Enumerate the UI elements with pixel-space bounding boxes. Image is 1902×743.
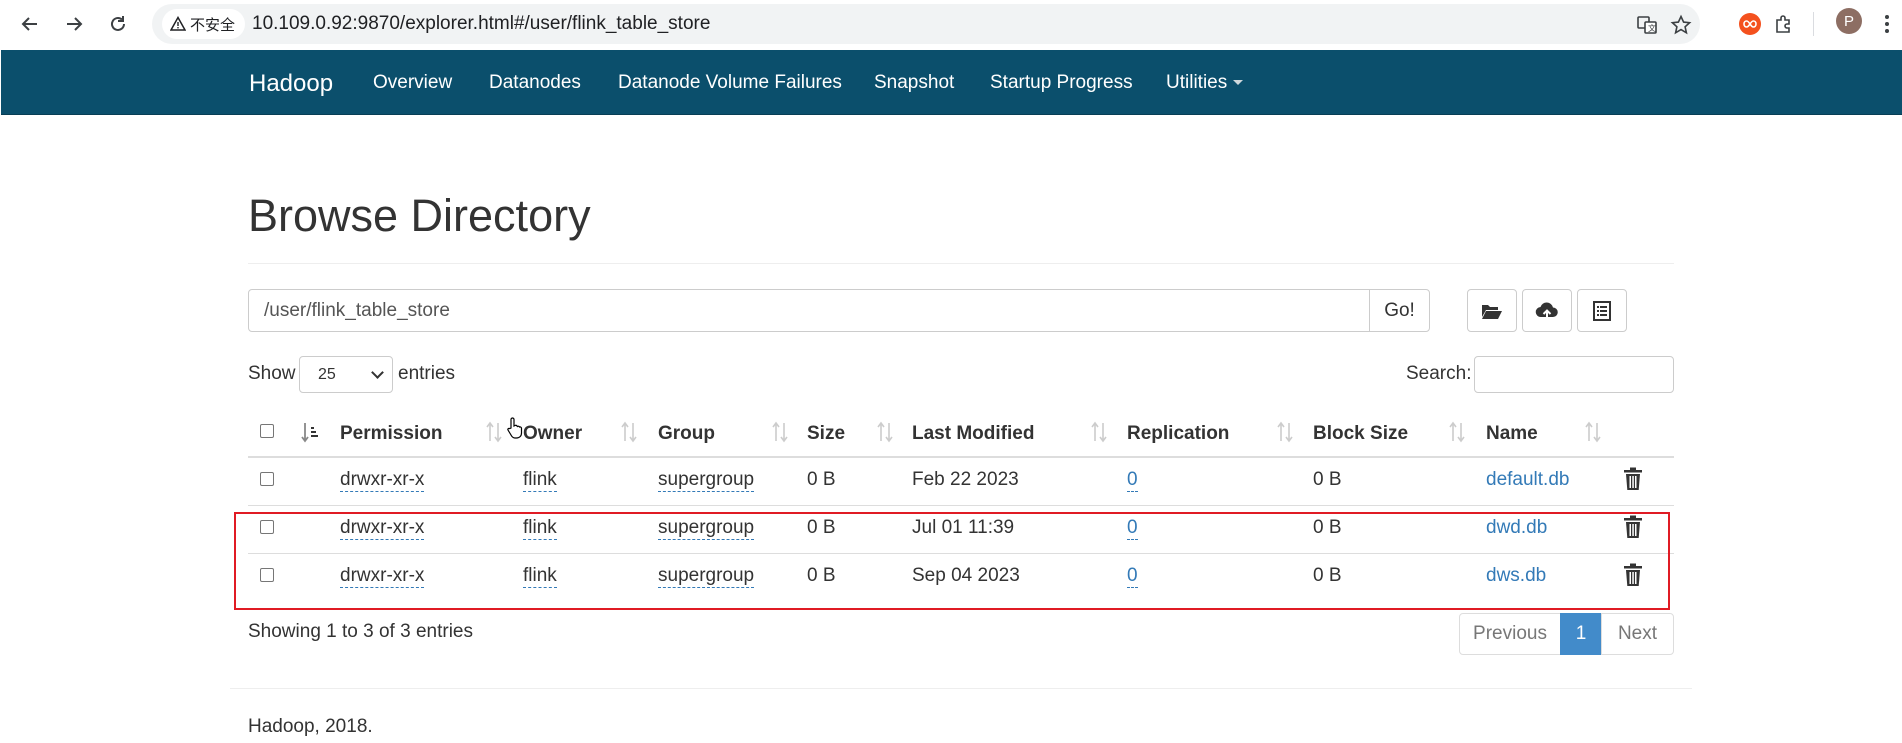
footer-divider <box>230 688 1692 689</box>
sort-both-icon[interactable] <box>1276 421 1294 443</box>
sort-amount-asc-icon[interactable] <box>301 421 319 443</box>
sort-both-icon[interactable] <box>1448 421 1466 443</box>
row-size: 0 B <box>807 469 836 490</box>
nav-utilities-label: Utilities <box>1166 72 1228 93</box>
url-text[interactable]: 10.109.0.92:9870/explorer.html#/user/fli… <box>252 13 710 35</box>
address-bar[interactable]: 不安全 10.109.0.92:9870/explorer.html#/user… <box>152 4 1700 44</box>
path-bar: Go! <box>248 289 1430 332</box>
title-divider <box>248 263 1674 264</box>
pagination-previous[interactable]: Previous <box>1459 613 1561 655</box>
highlight-box <box>234 512 1670 610</box>
sort-both-icon[interactable] <box>485 421 503 443</box>
sort-both-icon[interactable] <box>620 421 638 443</box>
column-header-block-size[interactable]: Block Size <box>1313 423 1408 445</box>
row-replication[interactable]: 0 <box>1127 469 1138 492</box>
column-header-name[interactable]: Name <box>1486 423 1538 445</box>
page-size-value: 25 <box>318 365 336 383</box>
nav-snapshot[interactable]: Snapshot <box>874 72 954 94</box>
row-divider <box>248 505 1674 506</box>
nav-datanode-volume-failures[interactable]: Datanode Volume Failures <box>618 72 842 94</box>
navbar-brand[interactable]: Hadoop <box>249 70 333 98</box>
profile-avatar[interactable]: P <box>1836 8 1862 34</box>
upload-button[interactable] <box>1522 289 1572 332</box>
create-directory-button[interactable] <box>1467 289 1517 332</box>
nav-datanodes[interactable]: Datanodes <box>489 72 581 94</box>
sort-both-icon[interactable] <box>771 421 789 443</box>
sort-both-icon[interactable] <box>1584 421 1602 443</box>
extensions-puzzle-icon[interactable] <box>1769 9 1799 39</box>
column-header-permission[interactable]: Permission <box>340 423 442 445</box>
table-info: Showing 1 to 3 of 3 entries <box>248 621 473 642</box>
browser-toolbar: 不安全 10.109.0.92:9870/explorer.html#/user… <box>0 0 1902 49</box>
row-group[interactable]: supergroup <box>658 469 755 492</box>
warning-icon <box>170 16 186 31</box>
column-header-size[interactable]: Size <box>807 423 845 445</box>
column-header-owner[interactable]: Owner <box>523 423 582 445</box>
row-checkbox[interactable] <box>260 472 274 486</box>
browser-menu-icon[interactable] <box>1872 9 1902 39</box>
table-header-divider <box>248 456 1674 458</box>
column-header-group[interactable]: Group <box>658 423 715 445</box>
back-icon[interactable] <box>14 8 46 40</box>
select-all-checkbox[interactable] <box>260 424 274 438</box>
footer-text: Hadoop, 2018. <box>248 716 373 737</box>
row-name-link[interactable]: default.db <box>1486 469 1569 491</box>
pagination-next[interactable]: Next <box>1601 613 1674 655</box>
navbar: Hadoop Overview Datanodes Datanode Volum… <box>1 50 1902 115</box>
caret-down-icon <box>1233 80 1244 86</box>
go-button[interactable]: Go! <box>1369 289 1430 332</box>
nav-overview[interactable]: Overview <box>373 72 452 94</box>
page-size-select[interactable]: 25 <box>299 356 393 393</box>
row-block-size: 0 B <box>1313 469 1342 490</box>
list-alt-icon <box>1593 300 1611 321</box>
translate-icon[interactable]: 文 <box>1634 12 1660 38</box>
pagination-page-1[interactable]: 1 <box>1560 613 1602 655</box>
trash-icon[interactable] <box>1623 467 1643 491</box>
svg-text:文: 文 <box>1648 23 1656 33</box>
search-input[interactable] <box>1474 356 1674 393</box>
cloud-upload-icon <box>1535 302 1558 320</box>
clipboard-button[interactable] <box>1577 289 1627 332</box>
forward-icon[interactable] <box>58 8 90 40</box>
security-label: 不安全 <box>190 16 236 34</box>
bookmark-star-icon[interactable] <box>1668 12 1694 38</box>
path-input[interactable] <box>248 289 1370 332</box>
column-header-last-modified[interactable]: Last Modified <box>912 423 1034 445</box>
row-permission[interactable]: drwxr-xr-x <box>340 469 425 492</box>
search-label: Search: <box>1406 363 1472 384</box>
folder-open-icon <box>1482 304 1502 319</box>
nav-utilities[interactable]: Utilities <box>1166 72 1244 94</box>
show-label: Show <box>248 363 296 384</box>
column-header-replication[interactable]: Replication <box>1127 423 1229 445</box>
hand-cursor-icon <box>507 417 523 439</box>
entries-label: entries <box>398 363 456 384</box>
nav-startup-progress[interactable]: Startup Progress <box>990 72 1133 94</box>
chevron-down-icon <box>371 366 384 379</box>
sort-both-icon[interactable] <box>1090 421 1108 443</box>
page-title: Browse Directory <box>248 190 591 241</box>
extension-infinity-icon[interactable] <box>1735 9 1765 39</box>
reload-icon[interactable] <box>102 8 134 40</box>
security-chip[interactable]: 不安全 <box>162 9 246 39</box>
toolbar-divider <box>1813 12 1814 36</box>
row-last-modified: Feb 22 2023 <box>912 469 1019 490</box>
sort-both-icon[interactable] <box>876 421 894 443</box>
row-owner[interactable]: flink <box>523 469 557 492</box>
